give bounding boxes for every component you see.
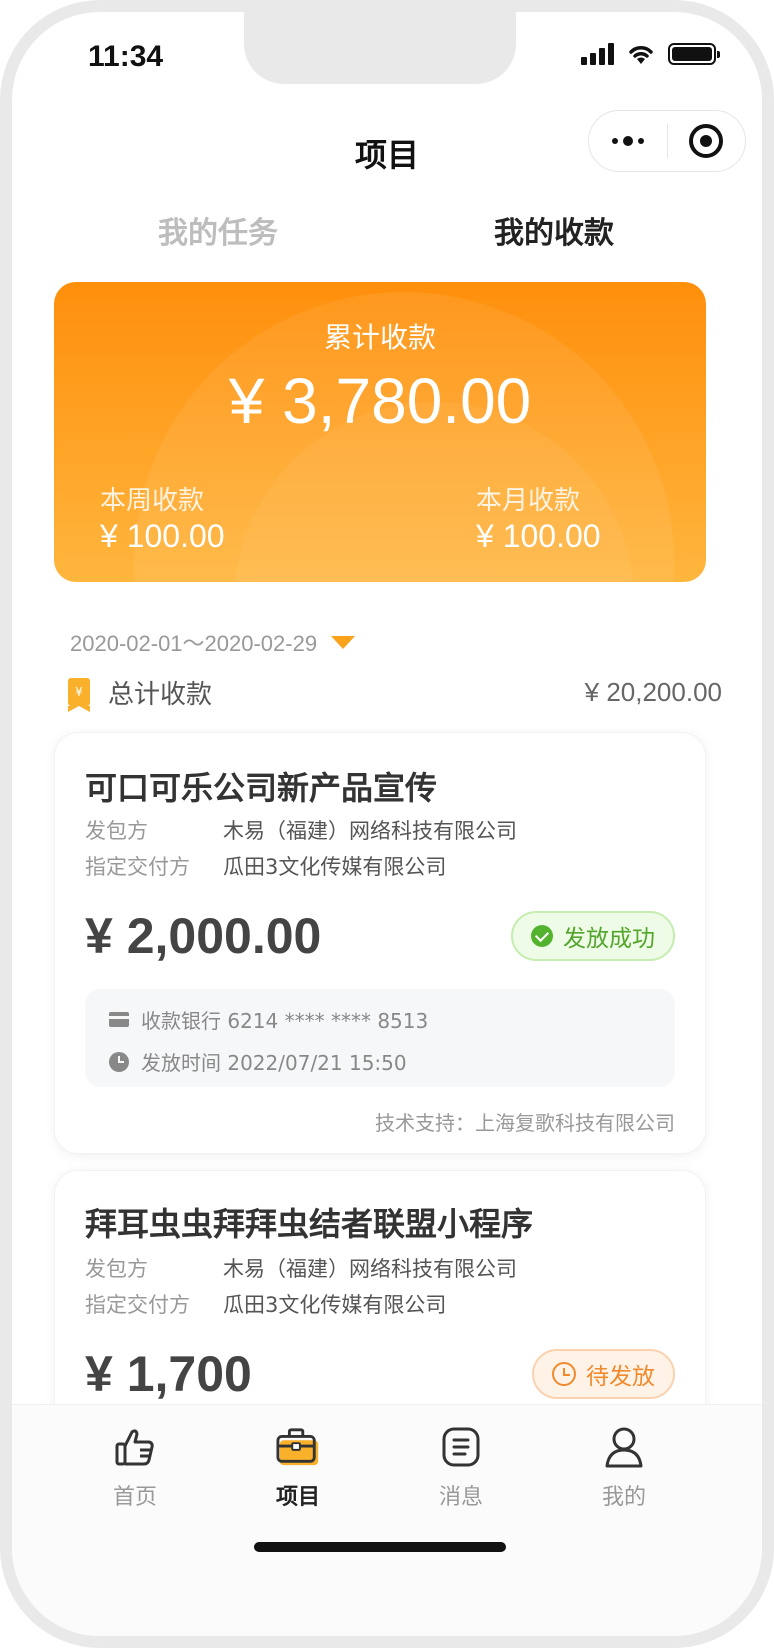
bank-text: 收款银行 6214 **** **** 8513 — [141, 1009, 429, 1033]
signal-icon — [581, 43, 614, 65]
status-badge: 待发放 — [532, 1349, 675, 1399]
issuer-label: 发包方 — [85, 819, 148, 843]
tabbar-label: 我的 — [601, 1485, 646, 1510]
payment-summary-card: 累计收款 ¥ 3,780.00 本周收款 ¥ 100.00 本月收款 ¥ 100… — [54, 282, 706, 582]
payment-amount: ¥ 2,000.00 — [85, 908, 322, 964]
status-text: 待发放 — [586, 1364, 655, 1390]
dropdown-arrow-icon — [331, 635, 356, 649]
bottom-tab-bar: 首页 项目 消息 我的 — [12, 1404, 762, 1636]
tabbar-item-home[interactable]: 首页 — [75, 1425, 195, 1511]
payment-card[interactable]: 可口可乐公司新产品宣传 发包方 木易（福建）网络科技有限公司 指定交付方 瓜田3… — [54, 732, 706, 1154]
month-payment-label: 本月收款 — [476, 486, 581, 516]
tabbar-item-messages[interactable]: 消息 — [401, 1425, 521, 1511]
time-row: 发放时间 2022/07/21 15:50 — [109, 1047, 407, 1076]
issuer-label: 发包方 — [85, 1257, 148, 1281]
bank-card-icon — [109, 1012, 129, 1027]
message-icon — [439, 1425, 483, 1469]
home-indicator — [254, 1542, 506, 1552]
bank-row: 收款银行 6214 **** **** 8513 — [109, 1005, 428, 1034]
time-text: 发放时间 2022/07/21 15:50 — [141, 1051, 407, 1075]
tab-my-tasks[interactable]: 我的任务 — [158, 208, 278, 252]
tabbar-label: 项目 — [275, 1485, 320, 1510]
status-icons — [581, 42, 720, 66]
tabbar-label: 消息 — [438, 1485, 483, 1510]
clock-icon — [552, 1362, 576, 1386]
notch — [244, 12, 516, 84]
check-circle-icon — [531, 925, 553, 947]
user-icon — [602, 1425, 646, 1469]
total-row-value: ¥ 20,200.00 — [584, 676, 722, 707]
dot-icon — [611, 138, 618, 144]
date-range-filter[interactable]: 2020-02-01～2020-02-29 — [70, 626, 356, 658]
month-payment-amount: ¥ 100.00 — [476, 518, 601, 554]
total-row-label: 总计收款 — [108, 679, 213, 710]
tabbar-item-projects[interactable]: 项目 — [238, 1425, 358, 1511]
week-payment-label: 本周收款 — [100, 486, 205, 516]
issuer-value: 木易（福建）网络科技有限公司 — [223, 819, 517, 843]
tech-support-text: 技术支持：上海复歌科技有限公司 — [375, 1111, 675, 1135]
payment-amount: ¥ 1,700 — [85, 1346, 252, 1402]
payer-value: 瓜田3文化传媒有限公司 — [223, 1293, 447, 1317]
battery-icon — [668, 43, 720, 65]
more-button[interactable] — [589, 136, 667, 146]
tabbar-item-mine[interactable]: 我的 — [564, 1425, 684, 1511]
clock-icon — [109, 1051, 129, 1072]
total-payment-label: 累计收款 — [323, 321, 436, 354]
dot-icon — [637, 138, 644, 144]
date-range-text: 2020-02-01～2020-02-29 — [70, 631, 318, 656]
briefcase-icon — [276, 1425, 320, 1469]
dot-icon — [622, 136, 633, 146]
phone-frame: 11:34 项目 我的任务 我的收款 累计收款 ¥ 3,780.00 本周收款 … — [0, 0, 774, 1648]
total-payment-amount: ¥ 3,780.00 — [228, 365, 532, 437]
payer-value: 瓜田3文化传媒有限公司 — [223, 855, 447, 879]
issuer-value: 木易（福建）网络科技有限公司 — [223, 1257, 517, 1281]
money-tag-icon: ¥ — [68, 678, 90, 712]
mini-program-capsule — [588, 110, 746, 172]
payer-label: 指定交付方 — [85, 1293, 190, 1317]
payer-label: 指定交付方 — [85, 855, 190, 879]
close-miniprogram-button[interactable] — [668, 124, 746, 158]
project-title: 可口可乐公司新产品宣传 — [85, 769, 438, 807]
project-title: 拜耳虫虫拜拜虫结者联盟小程序 — [85, 1205, 534, 1243]
wifi-icon — [629, 46, 653, 64]
status-badge: 发放成功 — [511, 911, 675, 961]
week-payment-amount: ¥ 100.00 — [100, 518, 225, 554]
status-time: 11:34 — [88, 40, 164, 73]
tabbar-label: 首页 — [112, 1485, 157, 1510]
thumbs-up-icon — [113, 1425, 157, 1469]
segment-tabs: 我的任务 我的收款 — [12, 208, 762, 268]
total-payment-row: ¥ 总计收款 ¥ 20,200.00 — [68, 674, 722, 712]
status-text: 发放成功 — [563, 926, 655, 952]
tab-my-payments[interactable]: 我的收款 — [494, 208, 614, 252]
payment-info-box: 收款银行 6214 **** **** 8513 发放时间 2022/07/21… — [85, 989, 675, 1087]
target-icon — [689, 124, 724, 158]
